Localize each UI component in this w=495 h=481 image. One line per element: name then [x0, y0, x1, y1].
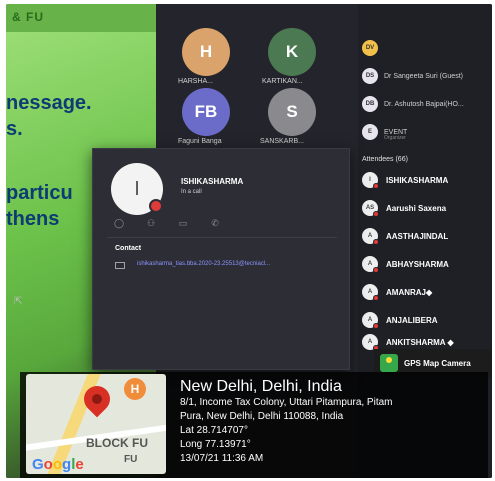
busy-status-dot [373, 295, 379, 301]
busy-status-dot [373, 323, 379, 329]
org-chart-icon[interactable]: ⚇ [145, 217, 157, 229]
participant-tile-k[interactable]: K [268, 28, 316, 76]
profile-actions: ◯ ⚇ ▭ ✆ [113, 217, 221, 229]
google-logo: Google [32, 456, 84, 473]
profile-card: I ISHIKASHARMA In a call ◯ ⚇ ▭ ✆ Contact… [92, 148, 350, 370]
avatar: A [362, 312, 379, 329]
avatar: I [362, 172, 379, 189]
participant-row[interactable]: DB Dr. Ashutosh Bajpai(HO... [362, 94, 464, 114]
participant-tile-label: KARTIKAN... [262, 78, 303, 85]
busy-status-dot [373, 211, 379, 217]
phone-icon[interactable]: ✆ [209, 217, 221, 229]
attendee-row[interactable]: A AASTHAJINDAL [362, 226, 448, 246]
participant-tile-h[interactable]: H [182, 28, 230, 76]
participant-tile-label: SANSKARB... [260, 138, 304, 145]
busy-status-dot [373, 267, 379, 273]
profile-initial: I [134, 177, 140, 200]
gps-datetime: 13/07/21 11:36 AM [180, 453, 264, 464]
video-call-icon[interactable]: ▭ [177, 217, 189, 229]
avatar: A [362, 228, 379, 245]
gps-longitude: Long 77.13971° [180, 439, 251, 450]
profile-avatar: I [111, 163, 163, 215]
gps-location-overlay: H BLOCK FU FU Google New Delhi, Delhi, I… [20, 372, 488, 478]
attendee-name: ABHAYSHARMA [386, 259, 449, 269]
participant-tile-fb[interactable]: FB [182, 88, 230, 136]
participant-name: Dr. Ashutosh Bajpai(HO... [384, 100, 464, 108]
gps-address-line-1: 8/1, Income Tax Colony, Uttari Pitampura… [180, 397, 393, 408]
avatar: A [362, 284, 379, 301]
participant-tile-label: Faguni Banga [178, 138, 222, 145]
slide-top-text: & FU [12, 10, 44, 24]
mouse-cursor-icon: ⇱ [14, 296, 23, 307]
attendee-row[interactable]: I ISHIKASHARMA [362, 170, 448, 190]
busy-status-dot [373, 239, 379, 245]
contact-header: Contact [115, 245, 142, 252]
hospital-pin-icon: H [124, 378, 146, 400]
participant-initial: K [285, 42, 299, 61]
contact-email-link[interactable]: ishikasharma_tias.bba.2020-23.25513@tecn… [137, 261, 270, 267]
avatar: AS [362, 200, 379, 217]
attendee-row[interactable]: A ABHAYSHARMA [362, 254, 449, 274]
participant-initial: H [199, 42, 213, 61]
avatar: A [362, 256, 379, 273]
gps-camera-label: GPS Map Camera [404, 358, 471, 368]
participant-initial: FB [194, 102, 218, 121]
attendee-name: AMANRAJ◆ [386, 287, 433, 297]
profile-status: In a call [181, 189, 202, 195]
gps-city: New Delhi, Delhi, India [180, 378, 342, 395]
slide-line-1: nessage. [6, 92, 92, 114]
busy-status-dot [373, 183, 379, 189]
attendee-name: Aarushi Saxena [386, 203, 447, 213]
participant-initial: S [286, 102, 298, 121]
map-fu-label: FU [124, 454, 138, 465]
participant-tile-label: HARSHA... [178, 78, 214, 85]
photo-frame: & FU nessage. s. particu thens H HARSHA.… [6, 4, 492, 478]
participant-role: Organizer [384, 135, 406, 141]
attendee-name: ISHIKASHARMA [386, 175, 449, 185]
avatar: E [362, 124, 378, 140]
location-map: H BLOCK FU FU Google [26, 374, 166, 474]
participant-row[interactable]: E EVENT Organizer [362, 122, 407, 142]
slide-line-4: thens [6, 208, 60, 230]
gps-address-line-2: Pura, New Delhi, Delhi 110088, India [180, 411, 344, 422]
map-block-label: BLOCK FU [86, 436, 148, 450]
chat-icon[interactable]: ◯ [113, 217, 125, 229]
attendee-row[interactable]: A AMANRAJ◆ [362, 282, 432, 302]
avatar: A [362, 334, 379, 351]
avatar: DB [362, 96, 378, 112]
slide-line-2: s. [6, 118, 23, 140]
busy-status-dot [149, 199, 163, 213]
attendee-row[interactable]: A ANJALIBERA [362, 310, 438, 330]
participant-tile-s[interactable]: S [268, 88, 316, 136]
avatar: DV [362, 40, 378, 56]
gps-camera-icon [380, 354, 398, 372]
card-divider [107, 237, 337, 238]
participant-name: Dr Sangeeta Suri (Guest) [384, 72, 463, 80]
gps-latitude: Lat 28.714707° [180, 425, 248, 436]
participant-row[interactable]: DS Dr Sangeeta Suri (Guest) [362, 66, 463, 86]
attendees-header: Attendees (66) [362, 156, 408, 163]
attendee-name: ANKITSHARMA ◆ [386, 337, 454, 347]
slide-top-bar: & FU [6, 4, 156, 32]
attendee-name: AASTHAJINDAL [386, 231, 449, 241]
profile-name: ISHIKASHARMA [181, 177, 244, 186]
participant-row[interactable]: DV [362, 38, 384, 58]
attendee-row[interactable]: AS Aarushi Saxena [362, 198, 446, 218]
gps-details: New Delhi, Delhi, India 8/1, Income Tax … [180, 378, 393, 466]
slide-line-3: particu [6, 182, 73, 204]
attendee-name: ANJALIBERA [386, 315, 438, 325]
avatar: DS [362, 68, 378, 84]
mail-icon [115, 262, 125, 269]
